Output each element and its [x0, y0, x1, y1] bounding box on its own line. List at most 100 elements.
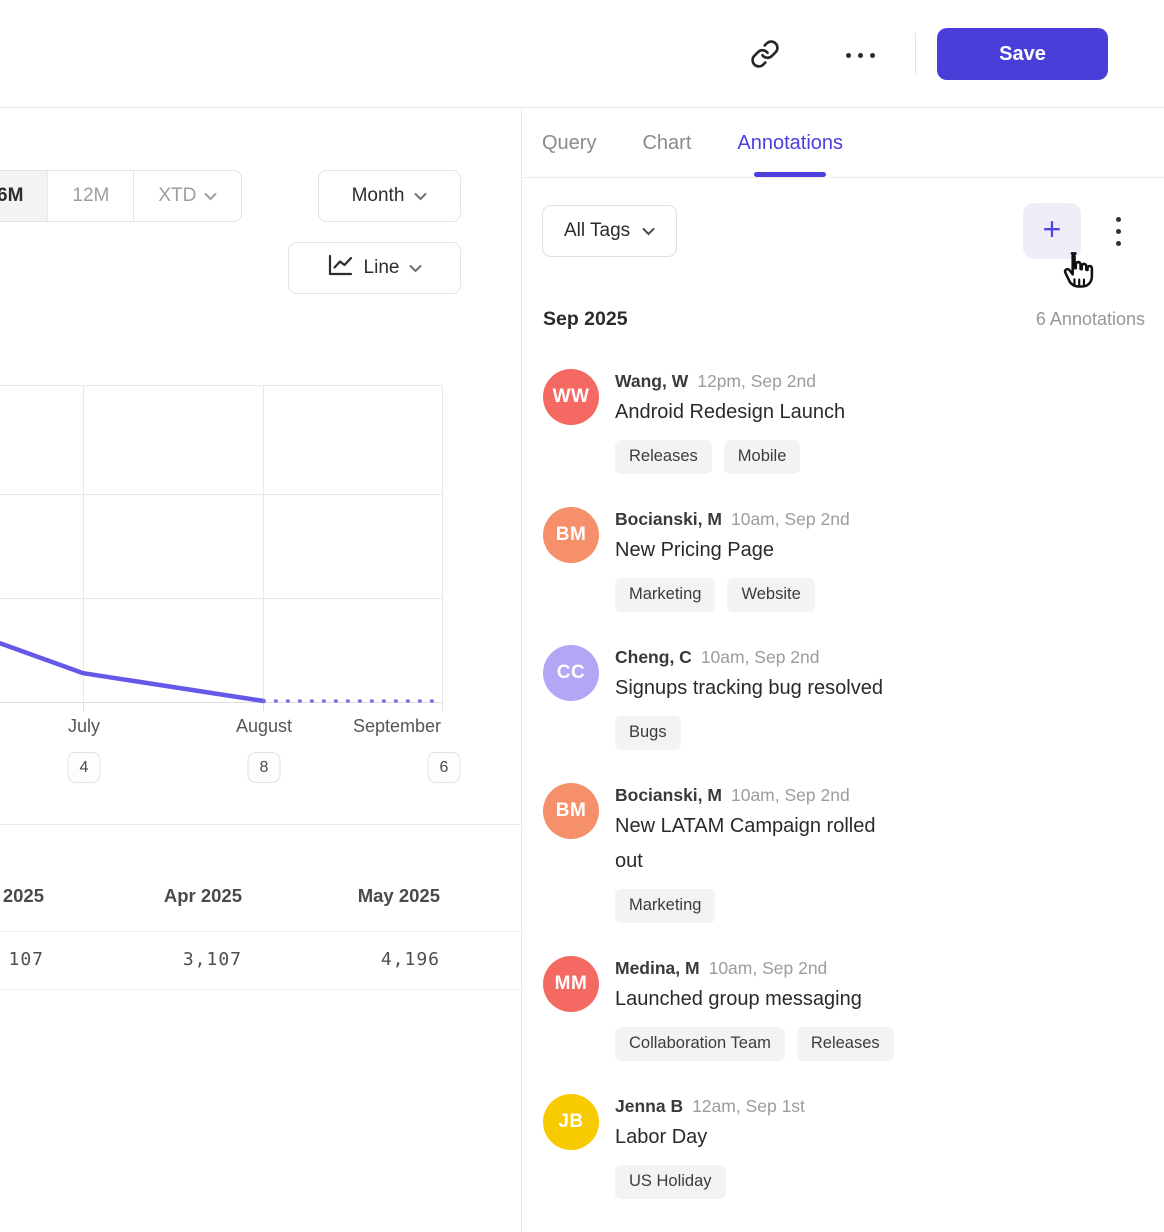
- link-icon: [750, 39, 780, 72]
- annotation-author: Medina, M: [615, 958, 700, 978]
- table-cell-value: 3,107: [44, 949, 242, 970]
- table-column-header: Apr 2025: [44, 885, 242, 907]
- annotations-count: 6 Annotations: [1036, 309, 1145, 330]
- avatar: JB: [543, 1094, 599, 1150]
- avatar: WW: [543, 369, 599, 425]
- avatar: BM: [543, 783, 599, 839]
- range-option-12m[interactable]: 12M: [47, 171, 133, 221]
- x-tick-label: August: [236, 716, 292, 737]
- chevron-down-icon: [204, 192, 217, 201]
- table-column-header: May 2025: [242, 885, 440, 907]
- x-tick-label: July: [68, 716, 100, 737]
- topbar-divider: [915, 33, 916, 75]
- tag-pill: Bugs: [615, 716, 681, 750]
- chevron-down-icon: [642, 227, 655, 236]
- tag-pill: Mobile: [724, 440, 801, 474]
- annotation-timestamp: 10am, Sep 2nd: [731, 785, 850, 805]
- annotation-item[interactable]: WW Wang, W 12pm, Sep 2nd Android Redesign L…: [543, 369, 1164, 474]
- annotations-section-header: Sep 2025 6 Annotations: [543, 308, 1145, 331]
- tab-chart[interactable]: Chart: [642, 109, 691, 177]
- chevron-down-icon: [414, 192, 427, 201]
- annotation-item[interactable]: BM Bocianski, M 10am, Sep 2nd New LATAM Cam…: [543, 783, 1164, 923]
- annotation-timestamp: 10am, Sep 2nd: [701, 647, 820, 667]
- table-value-row: 1073,1074,196: [0, 932, 521, 990]
- topbar: Save: [0, 0, 1164, 108]
- range-option-6m[interactable]: 6M: [0, 171, 47, 221]
- tag-pill: Website: [727, 578, 814, 612]
- app-window: Save 6M12MXTD Month Line: [0, 0, 1164, 1232]
- annotation-item[interactable]: CC Cheng, C 10am, Sep 2nd Signups tracking …: [543, 645, 1164, 750]
- annotation-tags: Bugs: [615, 716, 883, 750]
- annotation-timestamp: 10am, Sep 2nd: [709, 958, 828, 978]
- more-options-button[interactable]: [836, 31, 884, 79]
- annotations-list: WW Wang, W 12pm, Sep 2nd Android Redesign L…: [543, 369, 1164, 1232]
- annotation-title: Signups tracking bug resolved: [615, 671, 883, 706]
- annotation-tags: US Holiday: [615, 1165, 805, 1199]
- annotation-author: Cheng, C: [615, 647, 692, 667]
- chart-type-dropdown[interactable]: Line: [288, 242, 461, 294]
- avatar: MM: [543, 956, 599, 1012]
- annotation-author: Bocianski, M: [615, 785, 722, 805]
- annotation-timestamp: 12am, Sep 1st: [692, 1096, 805, 1116]
- annotation-item[interactable]: MM Medina, M 10am, Sep 2nd Launched group m…: [543, 956, 1164, 1061]
- x-axis-labels: July August September: [0, 716, 521, 742]
- avatar: BM: [543, 507, 599, 563]
- annotation-tags: Releases Mobile: [615, 440, 845, 474]
- annotation-author: Bocianski, M: [615, 509, 722, 529]
- line-chart-icon: [327, 253, 354, 283]
- annotation-count-badge[interactable]: 8: [248, 752, 281, 783]
- annotation-count-badge[interactable]: 6: [428, 752, 461, 783]
- annotation-body: Medina, M 10am, Sep 2nd Launched group mes…: [615, 956, 894, 1061]
- more-horizontal-icon: [846, 53, 875, 58]
- annotation-item[interactable]: JB Jenna B 12am, Sep 1st Labor Day US Holida…: [543, 1094, 1164, 1199]
- tag-pill: Marketing: [615, 889, 715, 923]
- tag-pill: Releases: [615, 440, 712, 474]
- annotation-timestamp: 12pm, Sep 2nd: [697, 371, 816, 391]
- section-title: Sep 2025: [543, 308, 628, 331]
- chart-area: 6M12MXTD Month Line: [0, 109, 521, 1232]
- summary-table: 2025Apr 2025May 2025 1073,1074,196: [0, 824, 521, 990]
- x-tick-label: September: [353, 716, 441, 737]
- annotation-body: Wang, W 12pm, Sep 2nd Android Redesign Lau…: [615, 369, 845, 474]
- series-line-solid: [0, 643, 264, 701]
- table-column-header: 2025: [0, 885, 44, 907]
- tag-pill: Releases: [797, 1027, 894, 1061]
- annotation-count-badge[interactable]: 4: [68, 752, 101, 783]
- annotation-author: Wang, W: [615, 371, 688, 391]
- save-button[interactable]: Save: [937, 28, 1108, 80]
- table-cell-value: 4,196: [242, 949, 440, 970]
- chevron-down-icon: [409, 264, 422, 273]
- panel-menu-button[interactable]: [1098, 203, 1138, 259]
- tag-pill: US Holiday: [615, 1165, 726, 1199]
- annotation-title: Android Redesign Launch: [615, 395, 845, 430]
- annotation-body: Bocianski, M 10am, Sep 2nd New Pricing Pag…: [615, 507, 850, 612]
- line-chart-plot[interactable]: [0, 385, 444, 713]
- table-cell-value: 107: [0, 949, 44, 970]
- annotation-count-badges: 4 8 6: [0, 752, 521, 784]
- annotation-tags: MarketingWebsite: [615, 578, 850, 612]
- granularity-dropdown[interactable]: Month: [318, 170, 461, 222]
- annotation-title: New LATAM Campaign rolled out: [615, 809, 907, 879]
- date-range-segmented-control: 6M12MXTD: [0, 170, 242, 222]
- range-option-xtd[interactable]: XTD: [133, 171, 241, 221]
- avatar: CC: [543, 645, 599, 701]
- annotations-panel: Query Chart Annotations All Tags + Sep 202…: [521, 109, 1164, 1232]
- annotation-title: New Pricing Page: [615, 533, 850, 568]
- annotation-title: Launched group messaging: [615, 982, 894, 1017]
- annotation-body: Cheng, C 10am, Sep 2nd Signups tracking bu…: [615, 645, 883, 750]
- annotation-author: Jenna B: [615, 1096, 683, 1116]
- panel-tabs: Query Chart Annotations: [522, 109, 1164, 178]
- tab-annotations[interactable]: Annotations: [737, 109, 843, 177]
- annotation-timestamp: 10am, Sep 2nd: [731, 509, 850, 529]
- annotation-title: Labor Day: [615, 1120, 805, 1155]
- tab-query[interactable]: Query: [542, 109, 596, 177]
- annotation-tags: Collaboration Team Releases: [615, 1027, 894, 1061]
- add-annotation-button[interactable]: +: [1023, 203, 1081, 259]
- annotation-tags: Marketing: [615, 889, 907, 923]
- copy-link-button[interactable]: [741, 31, 789, 79]
- tag-filter-dropdown[interactable]: All Tags: [542, 205, 677, 257]
- table-header-row: 2025Apr 2025May 2025: [0, 825, 521, 932]
- tag-pill: Collaboration Team: [615, 1027, 785, 1061]
- annotation-body: Bocianski, M 10am, Sep 2nd New LATAM Campa…: [615, 783, 907, 923]
- annotation-item[interactable]: BM Bocianski, M 10am, Sep 2nd New Pricing P…: [543, 507, 1164, 612]
